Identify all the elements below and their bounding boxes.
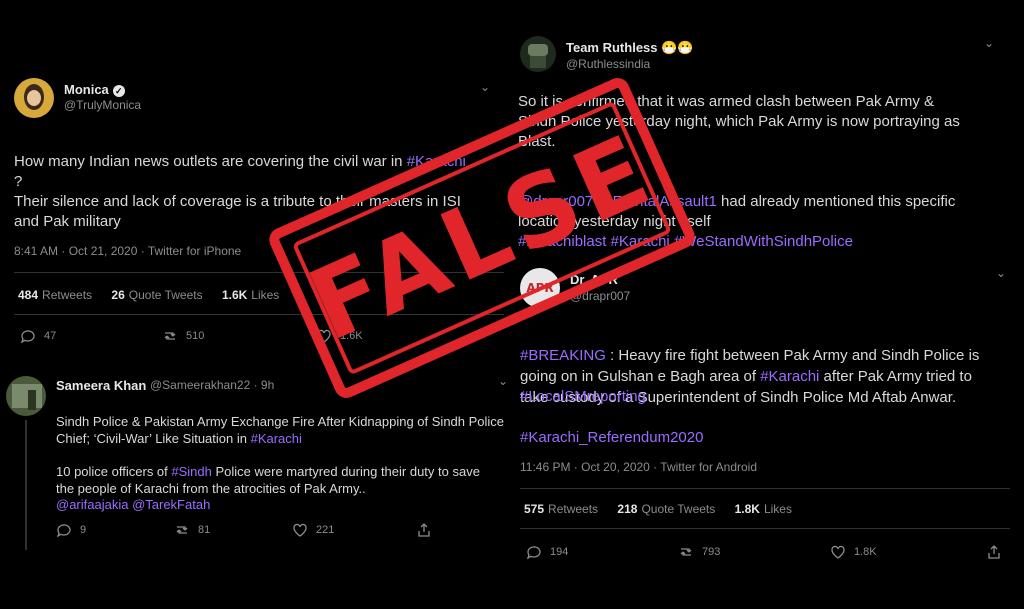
- like-count: 1.8K: [854, 546, 877, 558]
- chevron-down-icon[interactable]: ⌄: [498, 374, 508, 388]
- like-count: 221: [316, 524, 335, 536]
- share-button[interactable]: [986, 544, 1002, 560]
- hashtag-link[interactable]: #BREAKING: [520, 347, 606, 364]
- retweets-stat[interactable]: 575 Retweets: [524, 502, 598, 516]
- reply-icon: [20, 330, 35, 344]
- retweets-stat[interactable]: 484 Retweets: [18, 288, 92, 302]
- divider: [520, 528, 1010, 529]
- hashtag-link[interactable]: #Karachi: [760, 368, 819, 385]
- reply-button[interactable]: 194: [526, 544, 568, 560]
- mention-links[interactable]: @arifaajakia @TarekFatah: [56, 496, 210, 513]
- tweet-stats: 575 Retweets 218 Quote Tweets 1.8K Likes: [524, 502, 808, 516]
- author-name[interactable]: Monica ✓: [64, 82, 125, 97]
- author-name[interactable]: Sameera Khan: [56, 378, 146, 393]
- quotes-stat[interactable]: 26 Quote Tweets: [111, 288, 202, 302]
- avatar[interactable]: [520, 36, 556, 72]
- heart-icon: [831, 545, 845, 559]
- quotes-stat[interactable]: 218 Quote Tweets: [617, 502, 715, 516]
- retweet-button[interactable]: 510: [162, 328, 204, 344]
- like-button[interactable]: 1.8K: [830, 544, 877, 560]
- chevron-down-icon[interactable]: ⌄: [996, 266, 1006, 280]
- reply-count: 47: [44, 330, 57, 342]
- tweet-text-2: 10 police officers of #Sindh Police were…: [56, 464, 480, 496]
- tweet-dr-apr: APR Dr. APR @drapr007 ⌄ #BREAKING : Heav…: [508, 262, 1020, 577]
- tweet-text: Sindh Police & Pakistan Army Exchange Fi…: [56, 414, 505, 446]
- verified-icon: ✓: [112, 84, 125, 97]
- share-button[interactable]: [416, 522, 432, 538]
- retweet-count: 793: [702, 546, 721, 558]
- retweet-icon: [176, 526, 188, 534]
- divider: [520, 488, 1010, 489]
- retweet-button[interactable]: 793: [678, 544, 720, 560]
- tweet-stats: 484 Retweets 26 Quote Tweets 1.6K Likes: [18, 288, 295, 302]
- retweet-count: 510: [186, 330, 205, 342]
- retweet-icon: [680, 548, 692, 556]
- avatar[interactable]: [6, 376, 46, 416]
- reply-count: 194: [550, 546, 569, 558]
- hashtag-link[interactable]: #LocalSMreporting: [520, 386, 646, 407]
- tweet-sameera: Sameera Khan @Sameerakhan22 · 9h ⌄ Sindh…: [0, 366, 510, 556]
- tweet-meta[interactable]: 8:41 AM · Oct 21, 2020 · Twitter for iPh…: [14, 244, 241, 258]
- reply-button[interactable]: 47: [20, 328, 56, 344]
- retweet-button[interactable]: 81: [174, 522, 210, 538]
- hashtag-link[interactable]: #Karachi_Referendum2020: [520, 427, 703, 448]
- mask-emoji: 😷😷: [661, 40, 694, 55]
- share-icon: [988, 545, 1000, 559]
- author-handle[interactable]: @TrulyMonica: [64, 98, 141, 112]
- retweet-count: 81: [198, 524, 211, 536]
- author-handle[interactable]: @Sameerakhan22 · 9h: [150, 378, 274, 392]
- share-icon: [418, 523, 430, 537]
- author-handle[interactable]: @Ruthlessindia: [566, 57, 650, 71]
- avatar[interactable]: [14, 78, 54, 118]
- likes-stat[interactable]: 1.8K Likes: [735, 502, 792, 516]
- like-button[interactable]: 221: [292, 522, 334, 538]
- reply-icon: [56, 524, 71, 538]
- reply-count: 9: [80, 524, 87, 536]
- thread-line: [25, 420, 27, 550]
- reply-button[interactable]: 9: [56, 522, 86, 538]
- retweet-icon: [164, 332, 176, 340]
- tweet-meta[interactable]: 11:46 PM · Oct 20, 2020 · Twitter for An…: [520, 460, 757, 474]
- likes-stat[interactable]: 1.6K Likes: [222, 288, 279, 302]
- hashtag-link[interactable]: #Karachi: [251, 431, 302, 446]
- reply-icon: [526, 546, 541, 560]
- hashtag-link[interactable]: #Sindh: [171, 464, 211, 479]
- chevron-down-icon[interactable]: ⌄: [984, 36, 994, 50]
- author-name[interactable]: Team Ruthless 😷😷: [566, 40, 694, 56]
- chevron-down-icon[interactable]: ⌄: [480, 80, 490, 94]
- heart-icon: [293, 523, 307, 537]
